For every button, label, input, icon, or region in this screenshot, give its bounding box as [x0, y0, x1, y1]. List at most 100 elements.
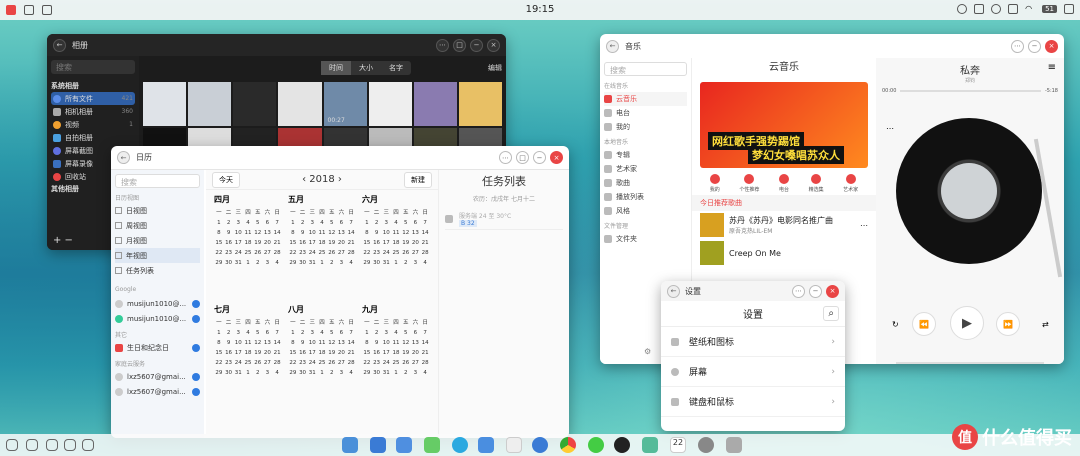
day-cell[interactable]: 4: [317, 220, 327, 226]
day-cell[interactable]: 25: [317, 250, 327, 256]
files-icon[interactable]: [424, 437, 440, 453]
day-cell[interactable]: 26: [253, 250, 263, 256]
day-cell[interactable]: 23: [372, 250, 382, 256]
day-cell[interactable]: 13: [411, 230, 421, 236]
month-grid[interactable]: 九月一二三四五六日 1 2 3 4 5 6 7 8 9 10 11 12 13 14 15 16 17 18 19 20…: [362, 304, 430, 414]
day-cell[interactable]: 11: [391, 230, 401, 236]
day-cell[interactable]: 31: [381, 260, 391, 266]
next-icon[interactable]: ›: [338, 174, 342, 185]
day-cell[interactable]: 4: [243, 220, 253, 226]
tray-icon[interactable]: [26, 439, 38, 451]
day-cell[interactable]: 31: [233, 370, 243, 376]
day-cell[interactable]: 30: [298, 260, 308, 266]
day-cell[interactable]: 23: [372, 360, 382, 366]
day-cell[interactable]: 25: [391, 360, 401, 366]
day-cell[interactable]: 22: [362, 360, 372, 366]
day-cell[interactable]: 5: [401, 330, 411, 336]
day-cell[interactable]: 1: [317, 370, 327, 376]
day-cell[interactable]: 26: [401, 360, 411, 366]
day-cell[interactable]: 9: [224, 230, 234, 236]
day-cell[interactable]: 29: [362, 260, 372, 266]
day-cell[interactable]: 15: [362, 350, 372, 356]
day-cell[interactable]: 7: [272, 330, 282, 336]
month-grid[interactable]: 七月一二三四五六日 1 2 3 4 5 6 7 8 9 10 11 12 13 14 15 16 17 18 19 20…: [214, 304, 282, 414]
day-cell[interactable]: 10: [381, 340, 391, 346]
day-cell[interactable]: 18: [243, 240, 253, 246]
maximize-icon[interactable]: □: [516, 151, 529, 164]
day-cell[interactable]: 2: [372, 220, 382, 226]
day-cell[interactable]: 18: [317, 350, 327, 356]
day-cell[interactable]: 10: [307, 340, 317, 346]
day-cell[interactable]: 3: [337, 260, 347, 266]
day-cell[interactable]: 3: [233, 220, 243, 226]
day-cell[interactable]: 24: [307, 250, 317, 256]
day-cell[interactable]: 11: [317, 340, 327, 346]
day-cell[interactable]: 1: [288, 220, 298, 226]
day-cell[interactable]: 13: [411, 340, 421, 346]
view-item[interactable]: 日视图: [115, 203, 200, 218]
settings-icon[interactable]: ⚙: [644, 347, 651, 356]
day-cell[interactable]: 4: [420, 370, 430, 376]
day-cell[interactable]: 26: [253, 360, 263, 366]
day-cell[interactable]: 31: [233, 260, 243, 266]
day-cell[interactable]: 30: [224, 260, 234, 266]
day-cell[interactable]: 30: [372, 370, 382, 376]
back-icon[interactable]: ←: [606, 39, 619, 53]
category-artist[interactable]: 艺术家: [843, 174, 858, 193]
day-cell[interactable]: 13: [263, 230, 273, 236]
photo-thumb[interactable]: [143, 82, 187, 126]
more-icon[interactable]: ⋯: [886, 124, 894, 133]
photos-icon[interactable]: [642, 437, 658, 453]
day-cell[interactable]: 28: [346, 250, 356, 256]
volume-slider[interactable]: [896, 362, 1044, 364]
calendar-account[interactable]: lxz5607@gmai...: [115, 384, 200, 399]
music-icon[interactable]: [614, 437, 630, 453]
day-cell[interactable]: 23: [298, 360, 308, 366]
day-cell[interactable]: 4: [317, 330, 327, 336]
bluetooth-icon[interactable]: [991, 4, 1002, 14]
day-cell[interactable]: 27: [411, 360, 421, 366]
day-cell[interactable]: 5: [327, 330, 337, 336]
nav-item[interactable]: 歌曲: [604, 176, 687, 190]
album-item[interactable]: 所有文件 421: [51, 92, 135, 105]
user-icon[interactable]: [957, 4, 968, 14]
day-cell[interactable]: 15: [288, 240, 298, 246]
day-cell[interactable]: 16: [298, 350, 308, 356]
day-cell[interactable]: 19: [253, 350, 263, 356]
day-cell[interactable]: 28: [272, 360, 282, 366]
day-cell[interactable]: 14: [346, 340, 356, 346]
day-cell[interactable]: 19: [327, 350, 337, 356]
list-icon[interactable]: ≡: [1048, 62, 1056, 73]
back-icon[interactable]: ←: [667, 284, 680, 298]
prev-button[interactable]: ⏪: [912, 312, 936, 336]
tray-icon[interactable]: [6, 439, 18, 451]
nav-item[interactable]: 播放列表: [604, 190, 687, 204]
calendar-account[interactable]: musijun1010@...: [115, 296, 200, 311]
photo-thumb[interactable]: [188, 82, 232, 126]
day-cell[interactable]: 8: [362, 230, 372, 236]
play-button[interactable]: ▶: [950, 306, 984, 340]
day-cell[interactable]: 28: [272, 250, 282, 256]
photo-thumb[interactable]: 00:27: [323, 82, 367, 126]
day-cell[interactable]: 2: [401, 370, 411, 376]
day-cell[interactable]: 17: [307, 240, 317, 246]
day-cell[interactable]: 25: [391, 250, 401, 256]
day-cell[interactable]: 2: [224, 220, 234, 226]
day-cell[interactable]: 1: [214, 220, 224, 226]
day-cell[interactable]: 3: [381, 330, 391, 336]
menu-icon[interactable]: ⋯: [499, 151, 512, 164]
day-cell[interactable]: 21: [420, 240, 430, 246]
minimize-icon[interactable]: −: [470, 38, 483, 52]
day-cell[interactable]: 24: [381, 250, 391, 256]
day-cell[interactable]: 6: [411, 220, 421, 226]
nav-item[interactable]: 艺术家: [604, 162, 687, 176]
today-button[interactable]: 今天: [212, 171, 240, 188]
day-cell[interactable]: 14: [346, 230, 356, 236]
day-cell[interactable]: 21: [346, 350, 356, 356]
day-cell[interactable]: 23: [298, 250, 308, 256]
day-cell[interactable]: 8: [214, 340, 224, 346]
day-cell[interactable]: 18: [243, 350, 253, 356]
view-item[interactable]: 年视图: [115, 248, 200, 263]
day-cell[interactable]: 2: [327, 370, 337, 376]
menu-icon[interactable]: ⋯: [792, 284, 805, 298]
